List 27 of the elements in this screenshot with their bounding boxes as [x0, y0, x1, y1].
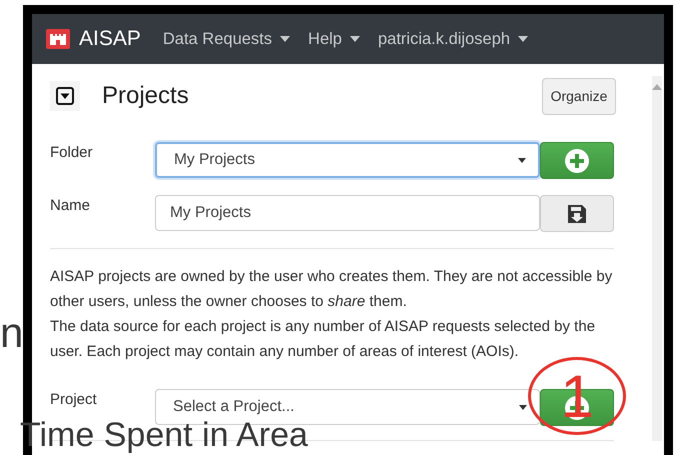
caret-icon — [518, 158, 526, 162]
folder-select[interactable]: My Projects — [155, 142, 540, 178]
brand-name[interactable]: AISAP — [79, 27, 141, 51]
nav-menu[interactable]: Data Requests — [162, 30, 290, 48]
organize-button[interactable]: Organize — [542, 78, 616, 114]
collapse-toggle[interactable] — [50, 81, 80, 111]
nav-menu[interactable]: patricia.k.dijoseph — [378, 30, 528, 48]
description-text: AISAP projects are owned by the user who creates them. They are not accessible by other users, unless the owner chooses to share them. — [50, 267, 614, 312]
scroll-up-icon — [652, 84, 662, 90]
caret-icon — [350, 36, 360, 42]
slide-text: n — [0, 312, 24, 354]
field-label: Project — [50, 390, 98, 408]
caret-box-icon — [56, 87, 74, 105]
field-label: Name — [50, 196, 92, 214]
caret-icon — [280, 36, 290, 42]
name-input[interactable]: My Projects — [155, 195, 540, 231]
castle-logo-icon — [46, 29, 70, 49]
nav-menu[interactable]: Help — [308, 30, 360, 48]
caret-icon — [519, 404, 527, 410]
save-button[interactable] — [540, 195, 614, 232]
scrollbar[interactable] — [652, 76, 662, 441]
panel-title: Projects — [102, 82, 190, 110]
add-folder-button[interactable] — [540, 142, 614, 179]
caret-icon — [518, 36, 528, 42]
field-label: Folder — [50, 143, 94, 161]
plus-icon — [565, 148, 589, 172]
save-icon — [567, 204, 587, 224]
